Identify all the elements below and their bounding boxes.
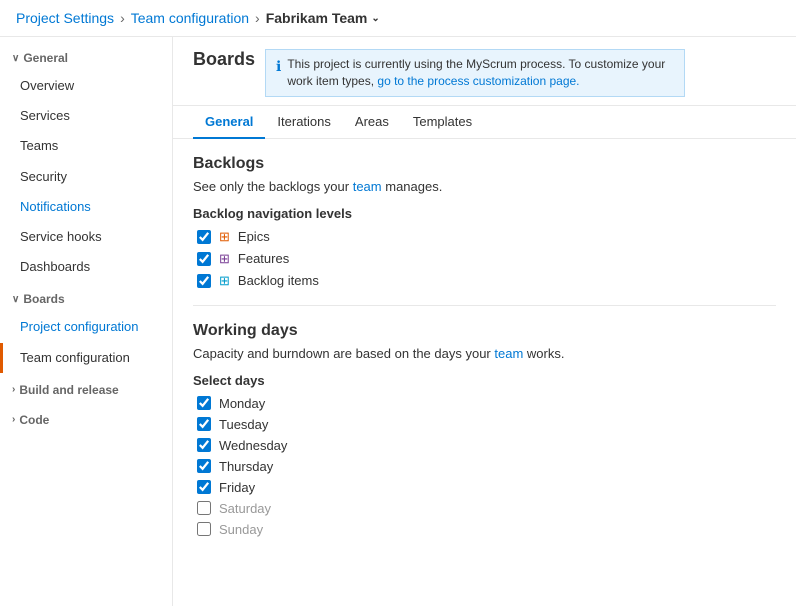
chevron-right-icon: ›: [12, 414, 15, 425]
content-area: Backlogs See only the backlogs your team…: [173, 139, 796, 559]
friday-checkbox[interactable]: [197, 480, 211, 494]
epics-label: Epics: [238, 229, 270, 244]
breadcrumb-project-settings[interactable]: Project Settings: [16, 10, 114, 26]
sidebar-section-code: › Code: [0, 407, 172, 433]
features-icon: ⊞: [219, 251, 230, 267]
day-wednesday: Wednesday: [193, 438, 776, 453]
sunday-label: Sunday: [219, 522, 263, 537]
thursday-label: Thursday: [219, 459, 273, 474]
backlog-items-icon: ⊞: [219, 273, 230, 289]
epics-icon: ⊞: [219, 229, 230, 245]
boards-title: Boards: [193, 49, 255, 70]
sidebar-item-project-configuration[interactable]: Project configuration: [0, 312, 172, 342]
day-thursday: Thursday: [193, 459, 776, 474]
sidebar-group-build-release[interactable]: › Build and release: [0, 377, 172, 403]
tab-iterations[interactable]: Iterations: [265, 106, 342, 139]
features-checkbox[interactable]: [197, 252, 211, 266]
chevron-icon: ∨: [12, 294, 19, 305]
backlog-item-features: ⊞ Features: [193, 251, 776, 267]
chevron-down-icon[interactable]: ⌄: [371, 13, 379, 24]
sidebar: ∨ General Overview Services Teams Securi…: [0, 37, 173, 606]
info-icon: ℹ: [276, 57, 281, 77]
sidebar-section-boards: ∨ Boards Project configuration Team conf…: [0, 286, 172, 372]
day-sunday: Sunday: [193, 522, 776, 537]
features-label: Features: [238, 251, 289, 266]
sub-tabs: General Iterations Areas Templates: [173, 106, 796, 139]
day-tuesday: Tuesday: [193, 417, 776, 432]
day-saturday: Saturday: [193, 501, 776, 516]
wednesday-checkbox[interactable]: [197, 438, 211, 452]
backlogs-title: Backlogs: [193, 155, 776, 173]
thursday-checkbox[interactable]: [197, 459, 211, 473]
backlog-items-checkbox[interactable]: [197, 274, 211, 288]
breadcrumb-sep-2: ›: [255, 10, 260, 26]
day-monday: Monday: [193, 396, 776, 411]
boards-header: Boards ℹ This project is currently using…: [173, 37, 796, 106]
backlogs-desc: See only the backlogs your team manages.: [193, 179, 776, 194]
info-link[interactable]: go to the process customization page.: [377, 74, 579, 88]
chevron-icon: ∨: [12, 53, 19, 64]
sidebar-item-team-configuration[interactable]: Team configuration: [0, 343, 172, 373]
divider: [193, 305, 776, 306]
wednesday-label: Wednesday: [219, 438, 287, 453]
sidebar-item-services[interactable]: Services: [0, 101, 172, 131]
tab-general[interactable]: General: [193, 106, 265, 139]
working-days-title: Working days: [193, 322, 776, 340]
saturday-checkbox[interactable]: [197, 501, 211, 515]
epics-checkbox[interactable]: [197, 230, 211, 244]
backlogs-team-link[interactable]: team: [353, 179, 382, 194]
sidebar-section-build-release: › Build and release: [0, 377, 172, 403]
day-friday: Friday: [193, 480, 776, 495]
nav-levels-title: Backlog navigation levels: [193, 206, 776, 221]
sidebar-item-notifications[interactable]: Notifications: [0, 192, 172, 222]
sidebar-group-boards[interactable]: ∨ Boards: [0, 286, 172, 312]
backlog-item-epics: ⊞ Epics: [193, 229, 776, 245]
working-days-section: Working days Capacity and burndown are b…: [193, 322, 776, 537]
main-content: Boards ℹ This project is currently using…: [173, 37, 796, 606]
breadcrumb-current: Fabrikam Team ⌄: [266, 10, 380, 26]
sidebar-item-service-hooks[interactable]: Service hooks: [0, 222, 172, 252]
tab-areas[interactable]: Areas: [343, 106, 401, 139]
friday-label: Friday: [219, 480, 255, 495]
sunday-checkbox[interactable]: [197, 522, 211, 536]
sidebar-group-code[interactable]: › Code: [0, 407, 172, 433]
backlogs-section: Backlogs See only the backlogs your team…: [193, 155, 776, 289]
sidebar-section-general: ∨ General Overview Services Teams Securi…: [0, 45, 172, 282]
breadcrumb-team-configuration[interactable]: Team configuration: [131, 10, 249, 26]
working-days-desc: Capacity and burndown are based on the d…: [193, 346, 776, 361]
tuesday-checkbox[interactable]: [197, 417, 211, 431]
sidebar-item-teams[interactable]: Teams: [0, 131, 172, 161]
backlog-item-backlog-items: ⊞ Backlog items: [193, 273, 776, 289]
sidebar-item-overview[interactable]: Overview: [0, 71, 172, 101]
monday-checkbox[interactable]: [197, 396, 211, 410]
monday-label: Monday: [219, 396, 265, 411]
saturday-label: Saturday: [219, 501, 271, 516]
sidebar-item-dashboards[interactable]: Dashboards: [0, 252, 172, 282]
chevron-right-icon: ›: [12, 384, 15, 395]
sidebar-item-security[interactable]: Security: [0, 162, 172, 192]
tuesday-label: Tuesday: [219, 417, 268, 432]
breadcrumb: Project Settings › Team configuration › …: [0, 0, 796, 37]
tab-templates[interactable]: Templates: [401, 106, 484, 139]
sidebar-group-general[interactable]: ∨ General: [0, 45, 172, 71]
working-days-team-link[interactable]: team: [494, 346, 523, 361]
breadcrumb-sep-1: ›: [120, 10, 125, 26]
info-banner: ℹ This project is currently using the My…: [265, 49, 685, 97]
info-text: This project is currently using the MySc…: [287, 56, 674, 90]
backlog-items-label: Backlog items: [238, 273, 319, 288]
select-days-title: Select days: [193, 373, 776, 388]
